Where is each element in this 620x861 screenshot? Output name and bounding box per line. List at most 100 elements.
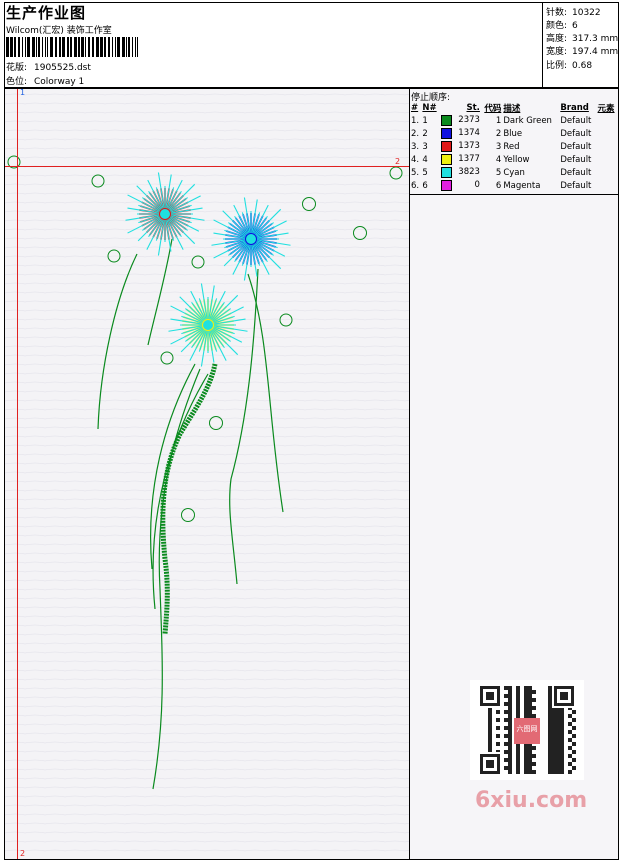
row-element	[597, 114, 618, 127]
colorway-line: 色位: Colorway 1	[6, 74, 84, 87]
thread-row: 2. 2 1374 2 Blue Default	[410, 127, 618, 140]
barcode-image	[6, 37, 138, 57]
row-needle: 4	[422, 154, 428, 165]
row-brand: Default	[560, 180, 592, 191]
color-swatch	[440, 180, 452, 191]
row-element	[597, 127, 618, 140]
col-description: 描述	[503, 103, 521, 114]
row-code: 1	[495, 115, 502, 126]
stamp-text: 六图网	[517, 724, 538, 733]
row-needle: 5	[422, 167, 428, 178]
flower	[211, 197, 291, 281]
row-code: 6	[495, 180, 502, 191]
col-code: 代码	[484, 103, 502, 114]
row-code: 3	[495, 141, 502, 152]
thread-row: 3. 3 1373 3 Red Default	[410, 140, 618, 153]
colorway-name: Colorway 1	[34, 77, 85, 87]
row-index: 4.	[411, 154, 420, 165]
row-brand: Default	[560, 115, 592, 126]
dot-circle	[209, 416, 223, 430]
page-title: 生产作业图	[6, 4, 87, 22]
row-code: 4	[495, 154, 502, 165]
thread-table-header: # N# St. 代码 描述 Brand 元素	[410, 101, 618, 114]
dot-circle	[160, 351, 174, 365]
row-needle: 1	[422, 115, 428, 126]
col-needle: N#	[422, 102, 437, 113]
dot-circle	[191, 255, 205, 269]
row-stitches: 0	[440, 179, 481, 192]
thread-row: 1. 1 2373 1 Dark Green Default	[410, 114, 618, 127]
thread-table: # N# St. 代码 描述 Brand 元素 1. 1 2373 1 Dark Gre…	[410, 101, 618, 192]
row-description: Cyan	[503, 167, 525, 178]
row-description: Yellow	[503, 154, 530, 165]
row-description: Red	[503, 141, 520, 152]
axis-label-right: 2	[395, 157, 401, 166]
row-description: Dark Green	[503, 115, 552, 126]
row-brand: Default	[560, 154, 592, 165]
row-index: 5.	[411, 167, 420, 178]
company-name: Wilcom(汇宏) 装饰工作室	[6, 26, 112, 36]
row-element	[597, 179, 618, 192]
row-description: Magenta	[503, 180, 541, 191]
col-index: #	[411, 102, 419, 113]
stat-stitches: 针数: 10322	[546, 8, 601, 18]
dot-circle	[91, 174, 105, 188]
row-needle: 3	[422, 141, 428, 152]
fabric-texture	[5, 93, 409, 852]
dot-circles	[7, 155, 403, 522]
panel-divider	[410, 194, 619, 195]
stem	[149, 363, 196, 570]
dot-circle	[389, 166, 403, 180]
row-code: 2	[495, 128, 502, 139]
watermark-text: 6xiu.com	[475, 788, 588, 813]
stat-colors: 颜色: 6	[546, 21, 578, 31]
thread-row: 6. 6 0 6 Magenta Default	[410, 179, 618, 192]
dot-circle	[181, 508, 195, 522]
embroidery-preview	[5, 93, 409, 852]
stem	[247, 273, 284, 513]
design-label: 花版:	[6, 63, 28, 73]
row-index: 1.	[411, 115, 420, 126]
design-file-name: 1905525.dst	[34, 63, 91, 73]
stem	[152, 368, 201, 790]
color-swatch	[440, 167, 452, 178]
row-stitches: 1377	[440, 153, 481, 166]
row-stitches: 3823	[440, 166, 481, 179]
color-swatch	[440, 128, 452, 139]
vertical-axis	[17, 89, 18, 859]
stem	[97, 253, 138, 430]
flower	[168, 283, 248, 367]
stat-scale: 比例: 0.68	[546, 61, 593, 71]
thread-row: 5. 5 3823 5 Cyan Default	[410, 166, 618, 179]
color-swatch	[440, 141, 452, 152]
thread-row: 4. 4 1377 4 Yellow Default	[410, 153, 618, 166]
row-index: 2.	[411, 128, 420, 139]
row-element	[597, 153, 618, 166]
row-element	[597, 140, 618, 153]
axis-label-top: 1	[20, 88, 26, 97]
qr-code-image: 六图网	[470, 680, 584, 780]
row-code: 5	[495, 167, 502, 178]
row-needle: 2	[422, 128, 428, 139]
row-brand: Default	[560, 141, 592, 152]
row-brand: Default	[560, 167, 592, 178]
row-index: 3.	[411, 141, 420, 152]
stat-width: 宽度: 197.4 mm	[546, 47, 619, 57]
row-brand: Default	[560, 128, 592, 139]
horizontal-axis	[5, 166, 409, 167]
colorway-label: 色位:	[6, 77, 28, 87]
axis-label-bottom: 2	[20, 849, 26, 858]
stat-height: 高度: 317.3 mm	[546, 34, 619, 44]
dot-circle	[302, 197, 316, 211]
col-brand: Brand	[560, 102, 589, 113]
row-element	[597, 166, 618, 179]
design-file-line: 花版: 1905525.dst	[6, 60, 91, 73]
col-element: 元素	[597, 103, 615, 114]
col-stitches: St.	[466, 102, 480, 113]
row-stitches: 1374	[440, 127, 481, 140]
row-index: 6.	[411, 180, 420, 191]
color-swatch	[440, 154, 452, 165]
row-stitches: 1373	[440, 140, 481, 153]
row-description: Blue	[503, 128, 523, 139]
row-stitches: 2373	[440, 114, 481, 127]
